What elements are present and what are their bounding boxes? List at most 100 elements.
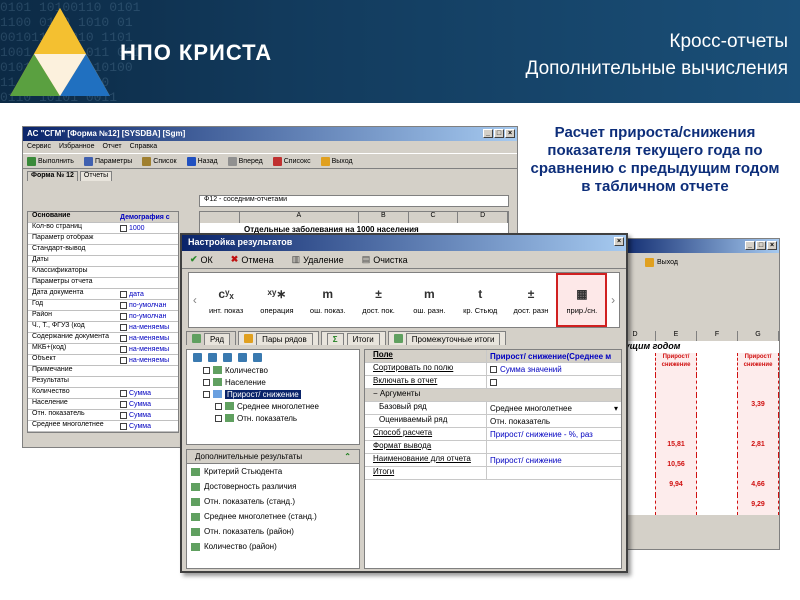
back-button[interactable]: Назад bbox=[186, 156, 218, 166]
scroll-right-icon[interactable]: › bbox=[607, 273, 619, 327]
calc-item[interactable]: ▦ прир./сн. bbox=[556, 273, 608, 327]
additional-result-item[interactable]: Среднее многолетнее (станд.) bbox=[187, 509, 359, 524]
grid-checkbox[interactable] bbox=[120, 301, 127, 309]
col-header-b[interactable]: B bbox=[359, 212, 409, 223]
menu-favorites[interactable]: Избранное bbox=[59, 143, 94, 151]
additional-result-item[interactable]: Достоверность различия bbox=[187, 479, 359, 494]
scroll-left-icon[interactable]: ‹ bbox=[189, 273, 201, 327]
grid-row[interactable]: Население Сумма bbox=[28, 399, 178, 410]
delete-button[interactable]: ▥ Удаление bbox=[292, 254, 344, 265]
grid-row[interactable]: Параметр отображ bbox=[28, 234, 178, 245]
tree-checkbox[interactable] bbox=[203, 390, 210, 398]
property-row[interactable]: Формат вывода bbox=[365, 441, 621, 454]
grid-row[interactable]: Содержание документа на-меняемы bbox=[28, 333, 178, 344]
grid-row[interactable]: Количество Сумма bbox=[28, 388, 178, 399]
grid-row[interactable]: Стандарт-вывод bbox=[28, 245, 178, 256]
move-node-icon[interactable] bbox=[238, 353, 247, 362]
add-node-icon[interactable] bbox=[193, 353, 202, 362]
tree-node[interactable]: Население bbox=[187, 376, 359, 388]
grid-checkbox[interactable] bbox=[120, 334, 127, 342]
collapse-chevron-icon[interactable]: ⌃ bbox=[344, 452, 351, 461]
grid-checkbox[interactable] bbox=[120, 356, 127, 364]
grid-row[interactable]: Район по-умолчан bbox=[28, 311, 178, 322]
grid-row[interactable]: Примечание bbox=[28, 366, 178, 377]
grid-row[interactable]: Дата документа дата bbox=[28, 289, 178, 300]
grid-row[interactable]: МКБ+(код) на-меняемы bbox=[28, 344, 178, 355]
tab-subtotals[interactable]: Промежуточные итоги bbox=[387, 331, 507, 345]
additional-result-item[interactable]: Критерий Стьюдента bbox=[187, 464, 359, 479]
grid-checkbox[interactable] bbox=[120, 224, 127, 232]
tab-totals[interactable]: Σ Итоги bbox=[320, 331, 386, 345]
sheet-selector[interactable]: Ф12 - соседним-отчетами bbox=[199, 195, 509, 207]
result-col-e[interactable]: E bbox=[656, 331, 697, 341]
col-header-d[interactable]: D bbox=[458, 212, 508, 223]
calc-item[interactable]: m ош. разн. bbox=[404, 273, 455, 327]
additional-result-item[interactable]: Количество (район) bbox=[187, 539, 359, 554]
tree-node[interactable]: Количество bbox=[187, 364, 359, 376]
additional-result-item[interactable]: Отн. показатель (станд.) bbox=[187, 494, 359, 509]
col-header-c[interactable]: C bbox=[409, 212, 459, 223]
grid-row[interactable]: Кол-во страниц 1000 bbox=[28, 223, 178, 234]
function-icon[interactable] bbox=[223, 353, 232, 362]
close-icon[interactable]: × bbox=[767, 241, 777, 250]
exit-button[interactable]: Выход bbox=[320, 156, 353, 166]
property-checkbox[interactable] bbox=[490, 378, 497, 386]
calc-item[interactable]: cʸₓ инт. показ bbox=[201, 273, 252, 327]
grid-checkbox[interactable] bbox=[120, 422, 127, 430]
close-icon[interactable]: × bbox=[505, 129, 515, 138]
grid-row[interactable]: Результаты bbox=[28, 377, 178, 388]
grid-checkbox[interactable] bbox=[120, 411, 127, 419]
tab-reports[interactable]: Отчеты bbox=[79, 171, 113, 181]
minimize-icon[interactable]: _ bbox=[483, 129, 493, 138]
grid-row[interactable]: Ч., Т., ФГУЗ (код на-меняемы bbox=[28, 322, 178, 333]
tree-checkbox[interactable] bbox=[215, 414, 222, 422]
menu-help[interactable]: Справка bbox=[130, 143, 157, 151]
add-child-icon[interactable] bbox=[208, 353, 217, 362]
result-exit-button[interactable]: Выход bbox=[657, 259, 678, 266]
copy-node-icon[interactable] bbox=[253, 353, 262, 362]
cancel-button[interactable]: ✖ Отмена bbox=[231, 254, 274, 265]
property-row[interactable]: Включать в отчет bbox=[365, 376, 621, 389]
tree-checkbox[interactable] bbox=[215, 402, 222, 410]
property-row[interactable]: Сортировать по полю Сумма значений bbox=[365, 363, 621, 376]
property-row[interactable]: Поле Прирост/ снижение(Среднее м bbox=[365, 350, 621, 363]
calc-item[interactable]: ± дост. разн bbox=[506, 273, 557, 327]
grid-checkbox[interactable] bbox=[120, 389, 127, 397]
forward-button[interactable]: Вперед bbox=[227, 156, 263, 166]
params-button[interactable]: Параметры bbox=[83, 156, 132, 166]
tree-checkbox[interactable] bbox=[203, 378, 210, 386]
property-row[interactable]: Наименование для отчета Прирост/ снижение bbox=[365, 454, 621, 467]
list-button[interactable]: Список bbox=[142, 156, 177, 166]
grid-checkbox[interactable] bbox=[120, 400, 127, 408]
calc-item[interactable]: m ош. показ. bbox=[302, 273, 353, 327]
property-row[interactable]: Итоги bbox=[365, 467, 621, 480]
grid-row[interactable]: Отн. показатель Сумма bbox=[28, 410, 178, 421]
dropdown-arrow-icon[interactable]: ▾ bbox=[614, 404, 621, 413]
tab-form12[interactable]: Форма № 12 bbox=[27, 171, 78, 181]
tree-node[interactable]: Прирост/ снижение bbox=[187, 388, 359, 400]
grid-row[interactable]: Объект на-меняемы bbox=[28, 355, 178, 366]
additional-result-item[interactable]: Отн. показатель (район) bbox=[187, 524, 359, 539]
grid-row[interactable]: Классификаторы bbox=[28, 267, 178, 278]
property-checkbox[interactable] bbox=[490, 365, 497, 373]
grid-row[interactable]: Год по-умолчан bbox=[28, 300, 178, 311]
maximize-icon[interactable]: □ bbox=[756, 241, 766, 250]
tree-checkbox[interactable] bbox=[203, 366, 210, 374]
minimize-icon[interactable]: _ bbox=[745, 241, 755, 250]
calc-item[interactable]: t кр. Стьюд bbox=[455, 273, 506, 327]
list2-button[interactable]: Списокс bbox=[272, 156, 311, 166]
menu-report[interactable]: Отчет bbox=[102, 143, 121, 151]
property-row[interactable]: Базовый ряд Среднее многолетнее ▾ bbox=[365, 402, 621, 415]
menu-service[interactable]: Сервис bbox=[27, 143, 51, 151]
grid-row[interactable]: Среднее многолетнее Сумма bbox=[28, 421, 178, 432]
grid-checkbox[interactable] bbox=[120, 345, 127, 353]
tab-row-pairs[interactable]: Пары рядов bbox=[238, 331, 319, 345]
property-row[interactable]: Оцениваемый ряд Отн. показатель bbox=[365, 415, 621, 428]
property-row[interactable]: − Аргументы bbox=[365, 389, 621, 402]
maximize-icon[interactable]: □ bbox=[494, 129, 504, 138]
grid-checkbox[interactable] bbox=[120, 290, 127, 298]
result-col-f[interactable]: F bbox=[697, 331, 738, 341]
col-header-a[interactable]: A bbox=[240, 212, 359, 223]
grid-checkbox[interactable] bbox=[120, 312, 127, 320]
tree-node[interactable]: Среднее многолетнее bbox=[187, 400, 359, 412]
